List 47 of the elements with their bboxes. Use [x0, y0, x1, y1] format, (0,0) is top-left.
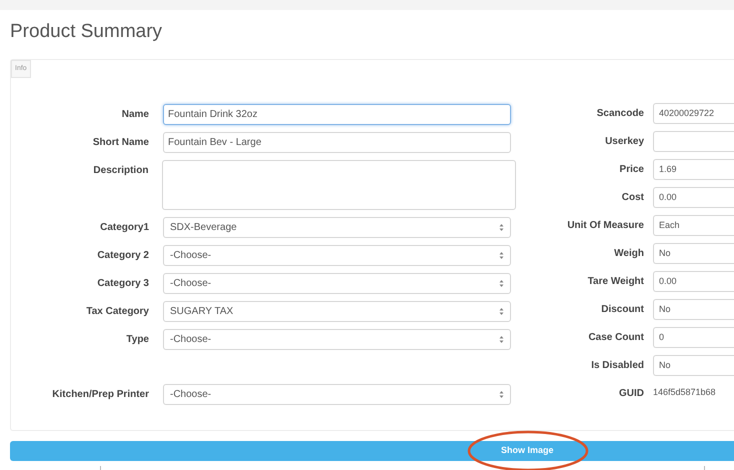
- text-field[interactable]: Fountain Bev - Large: [163, 132, 511, 153]
- text-field[interactable]: 1.69: [653, 159, 734, 180]
- select-field[interactable]: -Choose-: [163, 384, 511, 405]
- field-label: Scancode: [596, 107, 644, 121]
- field-label: Price: [618, 163, 644, 177]
- field-label: Is Disabled: [590, 359, 644, 373]
- field-label: Category1: [99, 221, 149, 235]
- text-field[interactable]: No: [653, 243, 734, 264]
- text-field[interactable]: 0.00: [653, 271, 734, 292]
- field-label: Type: [125, 333, 149, 347]
- guid-value: 146f5d5871b68: [653, 386, 716, 399]
- select-field[interactable]: SDX-Beverage: [163, 217, 511, 238]
- field-label: Short Name: [92, 136, 149, 150]
- page-title: Product Summary: [10, 20, 164, 44]
- text-field[interactable]: No: [653, 355, 734, 376]
- text-field[interactable]: Each: [653, 215, 734, 236]
- text-field[interactable]: 0: [653, 327, 734, 348]
- field-label: Cost: [620, 191, 644, 205]
- field-label: Category 2: [96, 249, 149, 263]
- text-field[interactable]: [653, 131, 734, 152]
- select-field[interactable]: SUGARY TAX: [163, 301, 511, 322]
- select-field[interactable]: -Choose-: [163, 329, 511, 350]
- field-label: Kitchen/Prep Printer: [51, 388, 149, 402]
- select-arrows-icon: [499, 335, 504, 344]
- select-arrows-icon: [499, 307, 504, 316]
- field-label: Case Count: [587, 331, 644, 345]
- select-arrows-icon: [499, 390, 504, 399]
- field-label: Discount: [600, 303, 644, 317]
- field-label: Name: [120, 108, 149, 122]
- field-label: Category 3: [96, 277, 149, 291]
- select-field[interactable]: -Choose-: [163, 245, 511, 266]
- field-label: Unit Of Measure: [566, 219, 644, 233]
- select-arrows-icon: [499, 279, 504, 288]
- text-field[interactable]: Fountain Drink 32oz: [163, 104, 511, 125]
- description-field[interactable]: [162, 160, 516, 210]
- field-label: Description: [92, 164, 148, 178]
- field-label: Tax Category: [85, 305, 149, 319]
- text-field[interactable]: 40200029722: [653, 103, 734, 124]
- text-field[interactable]: 0.00: [653, 187, 734, 208]
- field-label: Tare Weight: [586, 275, 644, 289]
- select-field[interactable]: -Choose-: [163, 273, 511, 294]
- field-label: Userkey: [604, 135, 644, 149]
- field-label: Weigh: [613, 247, 644, 261]
- text-field[interactable]: No: [653, 299, 734, 320]
- select-arrows-icon: [499, 223, 504, 232]
- field-label: GUID: [618, 387, 644, 401]
- select-arrows-icon: [499, 251, 504, 260]
